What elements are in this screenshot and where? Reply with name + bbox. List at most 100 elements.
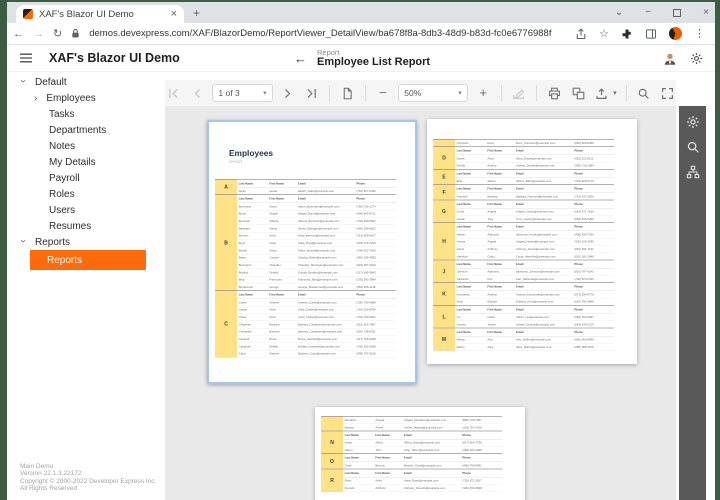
cell: Alfred_Nolan@example.com xyxy=(402,439,460,446)
sidebar-item-departments[interactable]: Departments xyxy=(7,122,157,138)
hamburger-menu-icon[interactable] xyxy=(19,52,33,64)
cell: Brandl xyxy=(237,247,268,254)
sidebar-item-reports-selected[interactable]: Reports xyxy=(30,250,146,270)
page-number-combo[interactable]: 1 of 3▾ xyxy=(212,84,272,102)
employee-row: EllerAllisonAllison_Eller@example.com(73… xyxy=(433,177,614,184)
employee-row: MellonAlexAlex_Mellon@example.com(582) 9… xyxy=(433,336,614,343)
sidebar-item-notes[interactable]: Notes xyxy=(7,138,157,154)
report-page-2[interactable]: CrimminsDoraDora_Crimmins@example.com(86… xyxy=(427,119,637,364)
url-text[interactable]: demos.devexpress.com/XAF/BlazorDemo/Repo… xyxy=(89,28,566,39)
cell: Alphonso_Hruley@example.com xyxy=(514,231,572,238)
cell: Baker xyxy=(237,254,268,261)
report-page-3[interactable]: MccallumAngelaAngela_Mccallum@example.co… xyxy=(315,407,525,500)
employee-row: RoundsAnthonyAnthony_Rounds@example.com(… xyxy=(321,484,502,491)
zoom-combo[interactable]: 50%▾ xyxy=(398,84,468,102)
cell: Hewitt xyxy=(268,187,297,194)
cell: Angela xyxy=(486,238,515,245)
chevron-right-icon: › xyxy=(34,93,37,104)
print-button[interactable] xyxy=(546,85,563,101)
bookmark-star-icon[interactable]: ☆ xyxy=(599,27,609,40)
lock-icon[interactable] xyxy=(71,28,80,39)
window-close-icon[interactable]: × xyxy=(703,7,709,18)
browser-forward-icon[interactable]: → xyxy=(33,28,44,40)
window-minimize-icon[interactable]: − xyxy=(645,7,651,18)
cell: Alphonso xyxy=(486,231,515,238)
cell: (860) 722-7357 xyxy=(461,416,502,423)
sidebar-item-users[interactable]: Users xyxy=(7,202,157,218)
browser-tab[interactable]: XAF's Blazor UI Demo × xyxy=(16,5,184,23)
multipage-view-button[interactable] xyxy=(339,85,356,101)
share-icon[interactable] xyxy=(575,28,587,40)
settings-gear-icon[interactable] xyxy=(690,52,703,65)
section-letter-continued xyxy=(321,416,343,431)
prev-page-button[interactable] xyxy=(189,85,206,101)
cell: Delilah_Campbell@example.com xyxy=(296,343,354,350)
cell: (265) 334-4583 xyxy=(355,254,396,261)
export-caret-icon[interactable]: ▾ xyxy=(613,89,617,97)
sidebar-nav: ›Default ›Employees Tasks Departments No… xyxy=(7,74,157,270)
side-panel-icon[interactable] xyxy=(645,28,657,40)
cell: (559) 829-6997 xyxy=(573,313,614,320)
cell: Karl_Jablonski@example.com xyxy=(514,275,572,282)
cell: Edward xyxy=(486,298,515,305)
report-page-1[interactable]: Employees 10/4/2022 ALast NameFirst Name… xyxy=(207,120,417,384)
sidebar-group-reports[interactable]: ›Reports xyxy=(7,234,157,250)
profile-avatar[interactable] xyxy=(669,27,682,40)
sidebar-item-employees[interactable]: ›Employees xyxy=(7,90,157,106)
sidebar-item-my-details[interactable]: My Details xyxy=(7,154,157,170)
back-arrow-icon[interactable]: ← xyxy=(294,51,307,66)
rail-structure-icon[interactable] xyxy=(686,165,700,179)
first-page-button[interactable] xyxy=(165,85,182,101)
column-header: First Name xyxy=(486,223,515,231)
window-maximize-icon[interactable] xyxy=(673,9,681,17)
cell: Mccallum xyxy=(343,416,374,423)
rail-settings-gear-icon[interactable] xyxy=(686,115,700,129)
cell: Alice xyxy=(486,343,515,350)
browser-menu-icon[interactable]: ⋮ xyxy=(694,27,705,40)
section-letter: D xyxy=(433,147,455,170)
employee-row: JohnsonAlphonsoAlphonso_Johnson@example.… xyxy=(433,268,614,275)
new-tab-button[interactable]: + xyxy=(193,6,200,20)
toolbar-separator xyxy=(536,85,537,101)
window-chevron-icon[interactable]: ⌄ xyxy=(615,7,623,18)
rail-search-icon[interactable] xyxy=(686,140,700,154)
employee-row: GrossAngelaAngela_Gross@example.com(253)… xyxy=(433,208,614,215)
highlight-editing-button[interactable] xyxy=(510,85,527,101)
search-button[interactable] xyxy=(636,85,653,101)
cell: Abigail xyxy=(268,210,297,217)
sidebar-item-tasks[interactable]: Tasks xyxy=(7,106,157,122)
extensions-icon[interactable] xyxy=(621,28,633,40)
cell: Alex xyxy=(486,336,515,343)
tab-close-icon[interactable]: × xyxy=(171,9,177,19)
section-letter: H xyxy=(433,223,455,260)
cell: Martin xyxy=(455,343,486,350)
sidebar-group-default[interactable]: ›Default xyxy=(7,74,157,90)
zoom-in-button[interactable]: + xyxy=(475,85,492,101)
section-header-row: HLast NameFirst NameEmailPhone xyxy=(433,223,614,231)
cell: Hewitt_Aiello@example.com xyxy=(296,187,354,194)
cell: Johnson xyxy=(455,268,486,275)
cell: (339) 224-4948 xyxy=(461,446,502,453)
zoom-out-button[interactable]: − xyxy=(375,85,392,101)
sidebar-item-resumes[interactable]: Resumes xyxy=(7,218,157,234)
column-header: Last Name xyxy=(455,200,486,208)
browser-urlbar: ← → ↻ demos.devexpress.com/XAF/BlazorDem… xyxy=(7,23,715,45)
browser-reload-icon[interactable]: ↻ xyxy=(53,27,62,40)
next-page-button[interactable] xyxy=(280,85,297,101)
cell: Arvid xyxy=(268,313,297,320)
cell: Edward_Keck@example.com xyxy=(514,298,572,305)
section-header-row: JLast NameFirst NameEmailPhone xyxy=(433,260,614,268)
sidebar-item-roles[interactable]: Roles xyxy=(7,186,157,202)
cell: Anthony_Rounds@example.com xyxy=(402,484,460,491)
export-button[interactable] xyxy=(593,85,610,101)
cell: Cindy xyxy=(486,253,515,260)
browser-back-icon[interactable]: ← xyxy=(13,28,24,40)
cell: (303) 379-7233 xyxy=(355,239,396,246)
employee-row: BurchAbigailAbigail_Burch@example.com(40… xyxy=(215,210,396,217)
cell: (829) 539-2124 xyxy=(573,321,614,328)
fullscreen-button[interactable] xyxy=(659,85,676,101)
last-page-button[interactable] xyxy=(303,85,320,101)
sidebar-item-payroll[interactable]: Payroll xyxy=(7,170,157,186)
user-avatar[interactable] xyxy=(663,52,677,66)
print-page-button[interactable] xyxy=(570,85,587,101)
